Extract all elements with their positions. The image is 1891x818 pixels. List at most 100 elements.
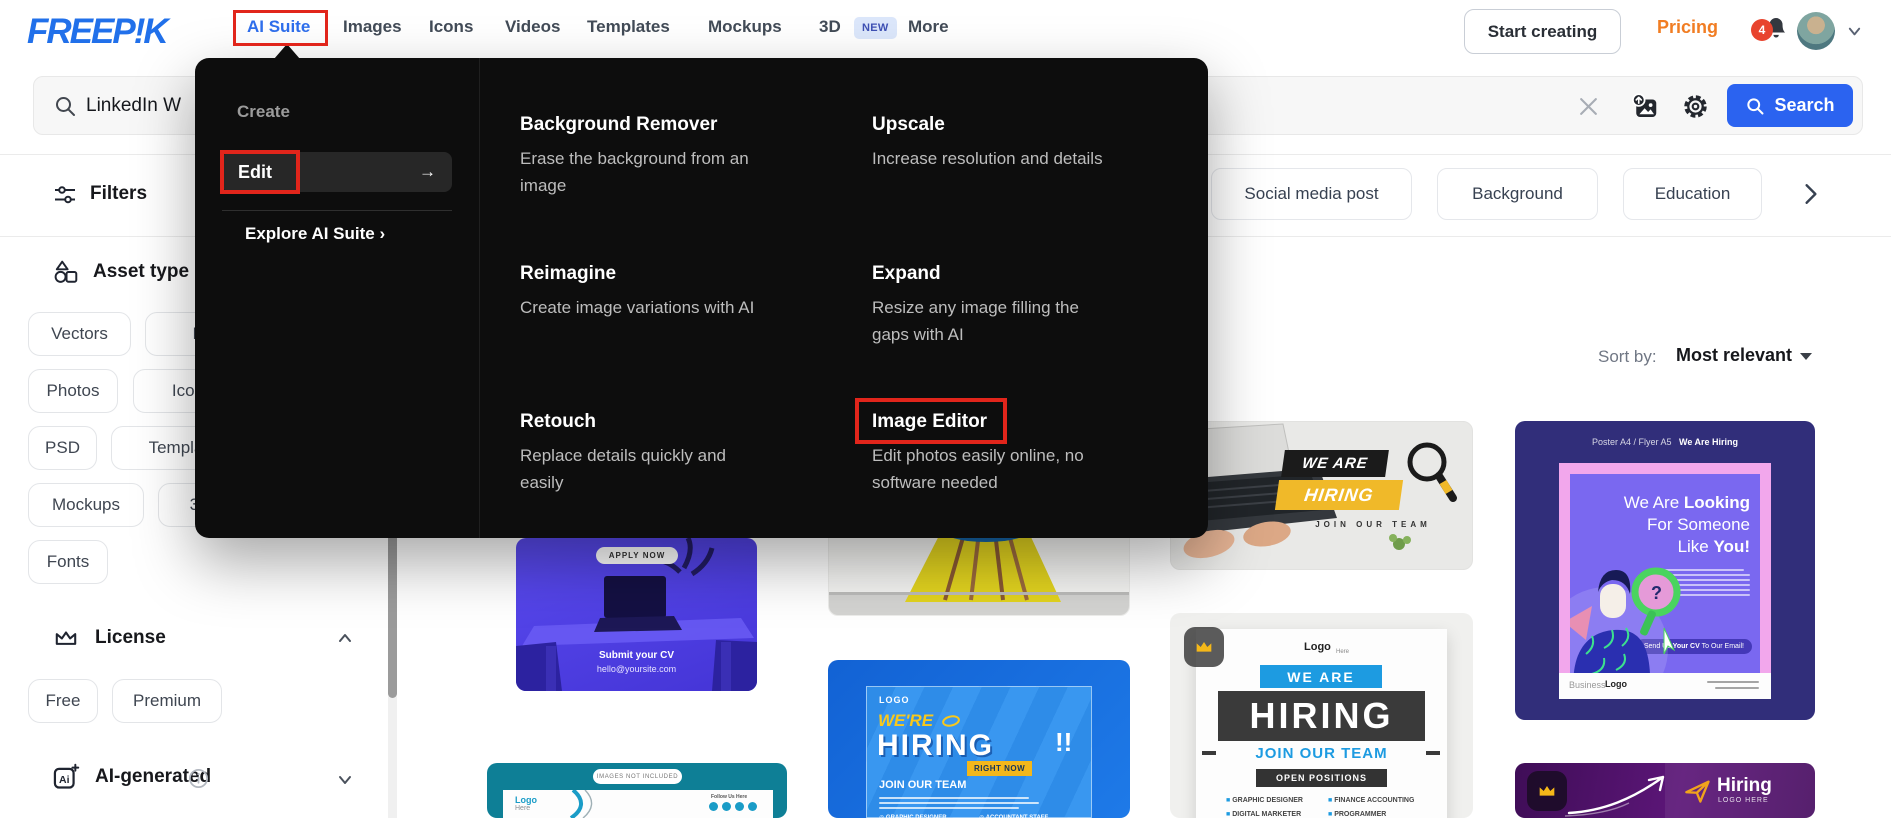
nav-ai-suite[interactable]: AI Suite [247,17,310,37]
premium-crown-badge [1527,771,1567,811]
license-collapse-chevron-up-icon[interactable] [336,630,354,648]
result-card-purple-hiring[interactable]: Hiring LOGO HERE [1515,763,1815,818]
search-button-icon [1747,97,1764,114]
we-are-bar: WE ARE [1260,665,1382,688]
dropdown-caret [274,44,300,59]
sort-by-label: Sort by: [1598,347,1657,366]
pill-premium[interactable]: Premium [112,679,222,723]
result-card-purple-poster[interactable]: Poster A4 / Flyer A5 We Are Hiring We Ar… [1515,421,1815,720]
white-poster: Logo Here WE ARE HIRING JOIN OUR TEAM OP… [1196,629,1447,818]
right-now-badge: RIGHT NOW [967,761,1033,776]
menu-item-retouch[interactable]: Retouch Replace details quickly and easi… [520,411,772,496]
open-positions-bar: OPEN POSITIONS [1256,769,1387,787]
menu-item-reimagine[interactable]: Reimagine Create image variations with A… [520,263,772,321]
poster-footer: Business Logo [1559,673,1771,699]
nav-more[interactable]: More [908,17,949,37]
menu-item-background-remover[interactable]: Background Remover Erase the background … [520,114,772,199]
poster-meta-bold: We Are Hiring [1679,437,1739,447]
ai-suite-dropdown: Create Edit → Explore AI Suite › Backgro… [195,58,1208,538]
arrow-right-icon: → [419,162,436,181]
menu-item-image-editor[interactable]: Image Editor Edit photos easily online, … [872,411,1124,496]
search-icon [56,97,75,116]
sort-value[interactable]: Most relevant [1676,345,1792,366]
purple-hiring-sub: LOGO HERE [1718,797,1769,804]
teal-curves [569,790,593,818]
poster-meta: Poster A4 / Flyer A5 [1591,437,1672,447]
dropdown-vertical-divider [479,58,480,538]
pill-psd[interactable]: PSD [28,426,97,470]
account-chevron-down-icon[interactable] [1846,23,1863,40]
tag-background[interactable]: Background [1437,168,1598,220]
search-by-image-icon[interactable] [1630,92,1660,122]
pricing-link[interactable]: Pricing [1657,17,1718,38]
pill-mockups[interactable]: Mockups [28,483,144,527]
social-icons [709,802,757,811]
desk-card-email: hello@yoursite.com [596,664,677,674]
nav-mockups[interactable]: Mockups [708,17,782,37]
menu-item-upscale[interactable]: Upscale Increase resolution and details [872,114,1144,172]
apply-now-badge: APPLY NOW [596,547,678,564]
filters-header[interactable]: Filters [90,183,147,205]
new-badge: NEW [854,17,897,39]
sketch-arrow [1564,775,1665,817]
ai-generated-chevron-down-icon[interactable] [336,770,354,788]
purple-hiring-title: Hiring [1717,775,1772,796]
asset-type-icon [54,260,78,283]
we-are-banner: WE ARE [1281,450,1389,477]
explore-ai-suite-link[interactable]: Explore AI Suite › [245,224,385,244]
hiring-banner: HIRING [1274,480,1404,510]
search-settings-gear-icon[interactable] [1682,93,1709,120]
teal-inner-banner: Logo Here Follow Us Here [503,790,773,818]
pill-free[interactable]: Free [28,679,98,723]
result-card-were-hiring[interactable]: LOGO WE'RE HIRING !! RIGHT NOW JOIN OUR … [828,660,1130,818]
filters-icon [55,186,75,204]
pill-photos[interactable]: Photos [28,369,118,413]
freepik-logo[interactable]: FREEP!K [27,12,169,52]
notification-badge[interactable]: 4 [1751,19,1773,41]
result-card-teal-banner[interactable]: IMAGES NOT INCLUDED Logo Here Follow Us … [487,763,787,818]
pill-fonts[interactable]: Fonts [28,540,108,584]
menu-item-expand[interactable]: Expand Resize any image filling the gaps… [872,263,1104,348]
ai-generated-icon: Ai [53,763,80,789]
info-icon[interactable] [188,768,209,789]
crown-icon [1196,641,1212,652]
crown-icon [1539,785,1555,796]
start-creating-button[interactable]: Start creating [1464,9,1621,54]
poster-character: ? [1570,567,1681,688]
create-section-label: Create [237,102,290,121]
join-our-team-text: JOIN OUR TEAM [1315,520,1431,529]
poster-purple-panel: We Are Looking For Someone Like You! Sen… [1570,474,1760,688]
nav-templates[interactable]: Templates [587,17,670,37]
nav-images[interactable]: Images [343,17,402,37]
result-card-white-hiring[interactable]: Logo Here WE ARE HIRING JOIN OUR TEAM OP… [1170,613,1473,818]
avatar[interactable] [1797,12,1835,50]
search-button[interactable]: Search [1727,84,1853,127]
paper-plane-icon [1685,780,1710,803]
edit-menu-item[interactable]: Edit → [222,152,452,192]
result-card-apply-now[interactable]: APPLY NOW Submit your CV hello@yoursite.… [516,538,757,691]
svg-text:Ai: Ai [59,774,70,786]
search-input[interactable]: LinkedIn W [86,95,181,117]
tag-education[interactable]: Education [1623,168,1762,220]
freepik-page: FREEP!K AI Suite Images Icons Videos Tem… [0,0,1891,818]
dropdown-divider [222,210,452,211]
join-our-team: JOIN OUR TEAM [1255,745,1388,762]
asset-type-header[interactable]: Asset type [93,261,189,283]
paperclip-icon [942,715,960,727]
license-header[interactable]: License [95,627,166,649]
nav-3d[interactable]: 3D [819,17,841,37]
desk-card-text: Submit your CV [598,650,674,661]
pill-vectors[interactable]: Vectors [28,312,131,356]
hiring-bar: HIRING [1218,691,1425,741]
sort-caret-icon [1800,353,1812,360]
nav-videos[interactable]: Videos [505,17,560,37]
tag-social-media-post[interactable]: Social media post [1211,168,1412,220]
premium-crown-badge [1184,627,1224,667]
poster-pink-frame: We Are Looking For Someone Like You! Sen… [1559,463,1771,699]
nav-icons[interactable]: Icons [429,17,473,37]
magnifier-graphic [1407,442,1457,502]
result-card-laptop-hiring[interactable]: WE ARE HIRING JOIN OUR TEAM [1170,421,1473,570]
tags-scroll-chevron-right-icon[interactable] [1800,182,1822,206]
clear-search-icon[interactable] [1578,96,1599,117]
license-crown-icon [55,631,77,645]
